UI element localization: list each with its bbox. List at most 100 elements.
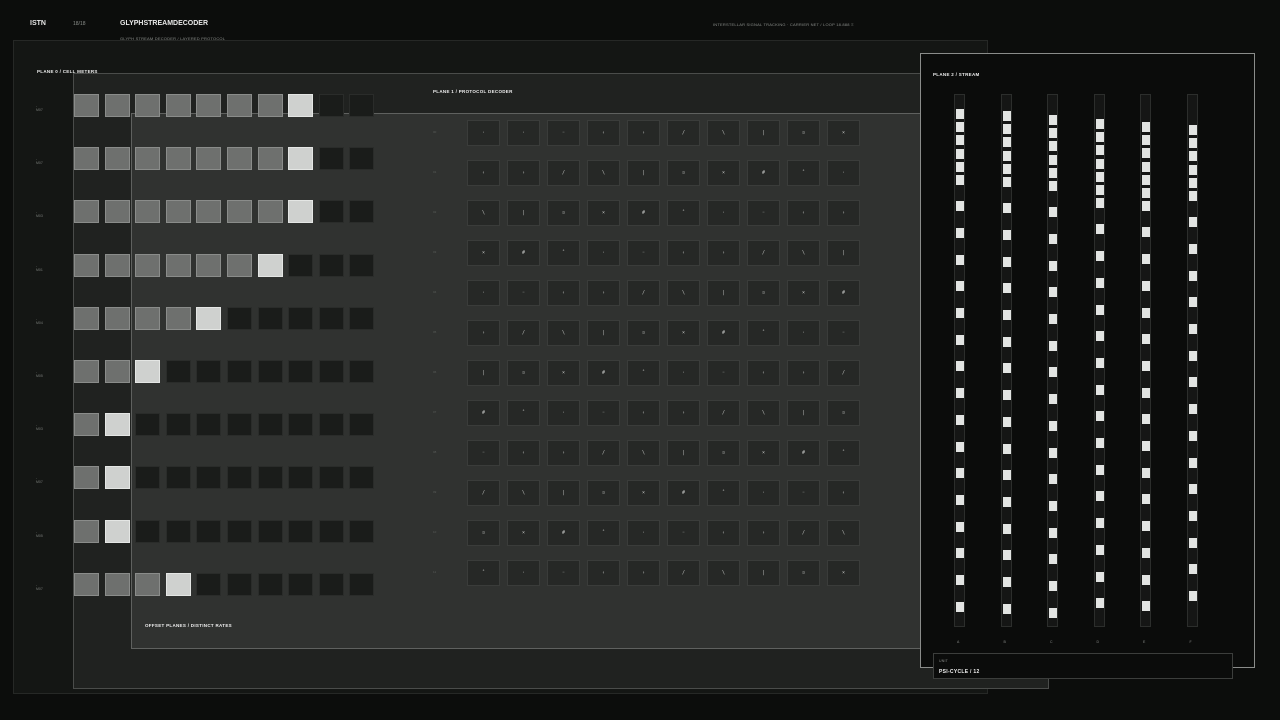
glyph-cell: ‹: [627, 400, 660, 426]
glyph-cell: ¤: [627, 320, 660, 346]
glyph-cell: ˚: [547, 240, 580, 266]
stream-tick: [1002, 177, 1011, 187]
glyph-cell: ›: [667, 400, 700, 426]
grid-row-index: 06: [433, 370, 437, 374]
stream-tick: [1049, 607, 1057, 618]
meter-cell: [257, 306, 283, 330]
stream-tick: [1188, 350, 1197, 361]
stream-tick: [1095, 491, 1104, 502]
stream-tick: [1142, 360, 1150, 371]
glyph-cell: |: [707, 280, 740, 306]
meter-row-label: - M04: [36, 316, 43, 325]
stream-tick: [1142, 188, 1150, 198]
meter-cell: [349, 360, 375, 383]
meter-cell: [227, 253, 252, 277]
glyph-cell: |: [827, 240, 860, 266]
glyph-cell: ‹: [827, 480, 860, 506]
stream-tick: [1142, 387, 1150, 398]
stream-tick: [1095, 411, 1104, 422]
stream-tick: [1188, 138, 1197, 149]
page-counter: 18/18: [73, 21, 86, 27]
glyph-cell: ·: [467, 280, 500, 306]
stream-tick: [956, 201, 964, 212]
cycle-unit-label: UNIT: [939, 659, 948, 663]
meter-cell: [227, 466, 252, 490]
stream-tick: [1049, 500, 1057, 511]
stream-tick: [1142, 148, 1150, 159]
stream-tick: [1095, 171, 1104, 182]
stream-tick: [1002, 310, 1011, 320]
meter-cell: [318, 466, 344, 490]
glyph-cell: \: [707, 120, 740, 146]
stream-tick: [1049, 154, 1057, 165]
stream-tick: [1142, 122, 1150, 132]
grid-row-index: 01: [433, 170, 437, 174]
stream-tick: [1095, 464, 1104, 475]
stream-tick: [1095, 357, 1104, 368]
stream-tick: [1142, 174, 1150, 185]
meter-row-label: - M03: [36, 210, 43, 219]
glyph-cell: ·: [707, 200, 740, 226]
stream-tick: [1095, 145, 1104, 156]
stream-track: [1047, 94, 1058, 627]
meter-cell: [104, 466, 130, 490]
glyph-cell: #: [587, 360, 620, 386]
meter-cell: [196, 306, 222, 330]
glyph-cell: ›: [787, 360, 820, 386]
meter-cell: [288, 253, 314, 277]
meter-cell: [196, 519, 222, 543]
stream-tick: [1142, 521, 1150, 532]
glyph-cell: ×: [547, 360, 580, 386]
meter-row-label: - M07: [36, 582, 43, 591]
glyph-cell: ›: [827, 200, 860, 226]
stream-track: [954, 94, 965, 627]
meter-cell: [165, 466, 191, 490]
stream-tick: [1188, 591, 1197, 601]
grid-row-index: 11: [433, 570, 437, 574]
glyph-cell: ›: [507, 160, 540, 186]
meter-cell: [288, 519, 314, 543]
glyph-cell: ˚: [627, 360, 660, 386]
meter-cell: [288, 466, 314, 490]
stream-tick: [1049, 420, 1057, 431]
stream-tick: [956, 361, 964, 372]
meter-cell: [165, 572, 191, 596]
glyph-cell: ×: [627, 480, 660, 506]
stream-tick: [1002, 137, 1011, 148]
glyph-cell: ¤: [467, 520, 500, 546]
stream-track-label: B: [1003, 640, 1006, 644]
meter-cell: [349, 519, 375, 543]
stream-tick: [1049, 314, 1057, 324]
stream-tick: [1142, 334, 1150, 345]
glyph-cell: |: [547, 480, 580, 506]
glyph-cell: ˚: [507, 400, 540, 426]
stream-tick: [1188, 510, 1197, 521]
meter-cell: [257, 200, 283, 224]
meter-cell: [257, 94, 283, 117]
meter-cell: [227, 147, 252, 171]
glyph-cell: ·: [747, 480, 780, 506]
glyph-cell: /: [787, 520, 820, 546]
grid-row-index: 04: [433, 290, 437, 294]
plane-1-footnote: OFFSET PLANES / DISTINCT RATES: [145, 623, 232, 628]
meter-cell: [257, 466, 283, 490]
meter-cell: [74, 572, 99, 596]
stream-tick: [1188, 164, 1197, 175]
glyph-cell: ×: [667, 320, 700, 346]
glyph-cell: #: [547, 520, 580, 546]
stream-tick: [1002, 390, 1011, 401]
glyph-cell: ·: [547, 400, 580, 426]
glyph-cell: ‹: [787, 200, 820, 226]
glyph-cell: ·: [627, 520, 660, 546]
meter-cell: [196, 200, 222, 224]
meter-cell: [104, 413, 130, 437]
cycle-readout-box: UNIT PSI-CYCLE / 12: [933, 653, 1233, 679]
stream-tick: [1002, 496, 1011, 507]
glyph-cell: ◦: [787, 480, 820, 506]
glyph-cell: ◦: [547, 120, 580, 146]
stream-track: [1186, 94, 1198, 627]
meter-cell: [135, 94, 161, 117]
glyph-cell: ×: [827, 120, 860, 146]
glyph-cell: |: [507, 200, 540, 226]
meter-cell: [318, 200, 344, 224]
